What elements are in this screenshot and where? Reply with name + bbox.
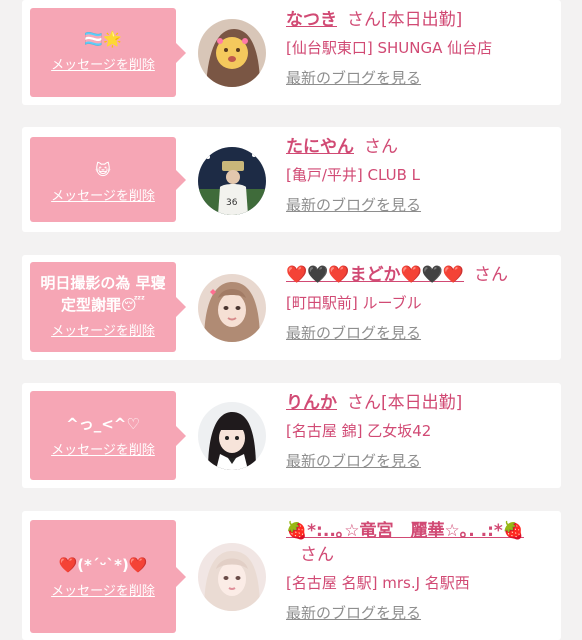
cast-name-link[interactable]: りんか xyxy=(286,393,337,413)
avatar-photo-icon xyxy=(198,274,266,342)
shop-label: [名古屋 錦] 乙女坂42 xyxy=(286,422,432,440)
favorite-card: 明日撮影の為 早寝定型謝罪😴 メッセージを削除 ❤️🖤❤️まどか❤️🖤❤️ さん … xyxy=(22,255,561,360)
message-text: ^っ_<^♡ xyxy=(66,415,140,433)
message-bubble: ^っ_<^♡ メッセージを削除 xyxy=(30,391,186,480)
name-line: なつき さん[本日出勤] xyxy=(286,8,554,32)
latest-blog-link[interactable]: 最新のブログを見る xyxy=(286,451,554,471)
favorite-card: ❤️(*´ᵕ`*)❤️ メッセージを削除 🍓*:..｡☆竜宮 麗華☆｡. .:*… xyxy=(22,511,561,640)
attendance-badge: [本日出勤] xyxy=(381,10,463,30)
cast-info: なつき さん[本日出勤] [仙台駅東口] SHUNGA 仙台店 最新のブログを見る xyxy=(286,8,554,88)
honorific: さん xyxy=(474,265,509,285)
favorite-card: 🏳️‍⚧️🌟 メッセージを削除 なつき さん[本日出勤] [仙台駅東口] SHUN… xyxy=(22,0,561,105)
name-line: たにやん さん xyxy=(286,135,554,159)
delete-message-link[interactable]: メッセージを削除 xyxy=(30,54,176,73)
avatar[interactable]: 36 xyxy=(198,147,266,215)
avatar[interactable] xyxy=(198,19,266,87)
delete-message-link[interactable]: メッセージを削除 xyxy=(30,185,176,204)
avatar[interactable] xyxy=(198,543,266,611)
shop-label: [仙台駅東口] SHUNGA 仙台店 xyxy=(286,39,493,57)
svg-text:36: 36 xyxy=(226,198,238,208)
message-bubble: 😺 メッセージを削除 xyxy=(30,137,186,222)
honorific: さん xyxy=(347,10,381,30)
attendance-badge: [本日出勤] xyxy=(381,393,463,413)
avatar-photo-icon xyxy=(198,543,266,611)
favorite-card: 😺 メッセージを削除 36 たにやん さん [亀戸/平井] CLUB L 最新のブ… xyxy=(22,127,561,232)
name-line: 🍓*:..｡☆竜宮 麗華☆｡. .:*🍓 さん xyxy=(286,519,554,567)
delete-message-link[interactable]: メッセージを削除 xyxy=(30,320,176,339)
cast-info: ❤️🖤❤️まどか❤️🖤❤️ さん [町田駅前] ルーブル 最新のブログを見る xyxy=(286,263,554,343)
message-text: 🏳️‍⚧️🌟 xyxy=(84,30,122,48)
name-line: ❤️🖤❤️まどか❤️🖤❤️ さん xyxy=(286,263,554,287)
delete-message-link[interactable]: メッセージを削除 xyxy=(30,439,176,458)
cast-name-link[interactable]: 🍓*:..｡☆竜宮 麗華☆｡. .:*🍓 xyxy=(286,521,524,541)
cast-name-link[interactable]: ❤️🖤❤️まどか❤️🖤❤️ xyxy=(286,265,464,285)
latest-blog-link[interactable]: 最新のブログを見る xyxy=(286,323,554,343)
cast-info: 🍓*:..｡☆竜宮 麗華☆｡. .:*🍓 さん [名古屋 名駅] mrs.J 名駅… xyxy=(286,519,554,623)
avatar[interactable] xyxy=(198,402,266,470)
honorific: さん xyxy=(300,545,334,565)
honorific: さん xyxy=(364,137,398,157)
favorite-card: ^っ_<^♡ メッセージを削除 りんか さん[本日出勤] [名古屋 錦] 乙女坂4… xyxy=(22,383,561,488)
message-bubble: ❤️(*´ᵕ`*)❤️ メッセージを削除 xyxy=(30,520,186,633)
shop-label: [名古屋 名駅] mrs.J 名駅西 xyxy=(286,574,470,592)
message-text: 明日撮影の為 早寝定型謝罪😴 xyxy=(40,274,166,314)
message-text: 😺 xyxy=(95,161,111,179)
shop-label: [亀戸/平井] CLUB L xyxy=(286,166,421,184)
message-text: ❤️(*´ᵕ`*)❤️ xyxy=(58,556,148,574)
message-bubble: 🏳️‍⚧️🌟 メッセージを削除 xyxy=(30,8,186,97)
cast-info: たにやん さん [亀戸/平井] CLUB L 最新のブログを見る xyxy=(286,135,554,215)
name-line: りんか さん[本日出勤] xyxy=(286,391,554,415)
shop-label: [町田駅前] ルーブル xyxy=(286,294,422,312)
avatar[interactable] xyxy=(198,274,266,342)
avatar-photo-icon: 36 xyxy=(198,147,266,215)
avatar-photo-icon xyxy=(198,19,266,87)
cast-name-link[interactable]: なつき xyxy=(286,10,337,30)
latest-blog-link[interactable]: 最新のブログを見る xyxy=(286,603,554,623)
honorific: さん xyxy=(347,393,381,413)
delete-message-link[interactable]: メッセージを削除 xyxy=(30,580,176,599)
latest-blog-link[interactable]: 最新のブログを見る xyxy=(286,68,554,88)
cast-name-link[interactable]: たにやん xyxy=(286,137,354,157)
avatar-photo-icon xyxy=(198,402,266,470)
cast-info: りんか さん[本日出勤] [名古屋 錦] 乙女坂42 最新のブログを見る xyxy=(286,391,554,471)
message-bubble: 明日撮影の為 早寝定型謝罪😴 メッセージを削除 xyxy=(30,262,186,352)
latest-blog-link[interactable]: 最新のブログを見る xyxy=(286,195,554,215)
